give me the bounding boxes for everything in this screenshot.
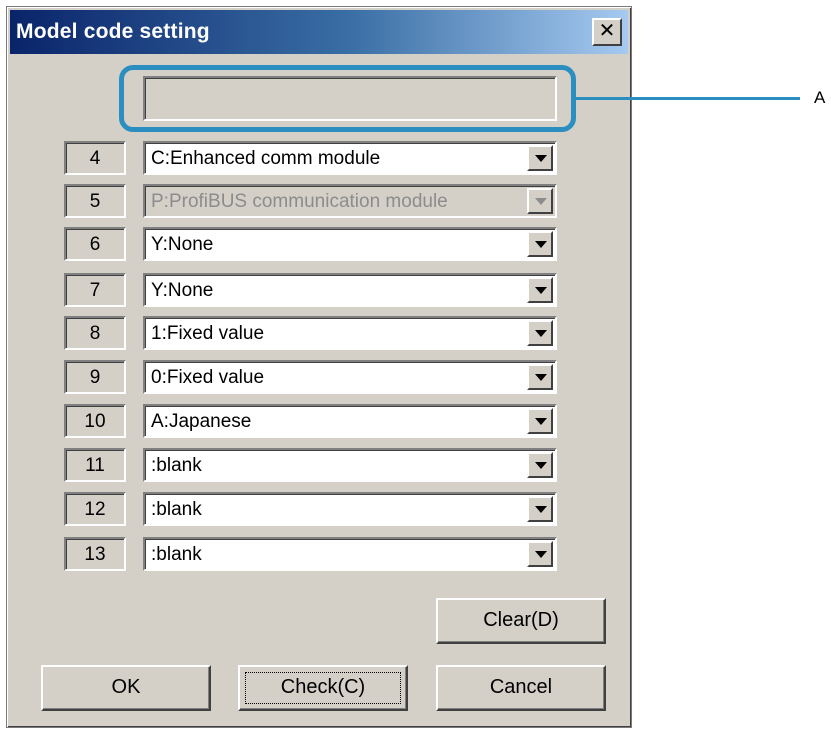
chevron-down-icon[interactable] — [527, 452, 553, 478]
combo-value: :blank — [151, 544, 202, 565]
combo-digit-5: P:ProfiBUS communication module — [143, 184, 557, 218]
clear-button-label: Clear(D) — [483, 609, 559, 631]
combo-value: P:ProfiBUS communication module — [151, 191, 448, 212]
chevron-down-icon[interactable] — [527, 364, 553, 390]
chevron-down-icon — [527, 188, 553, 214]
chevron-down-icon[interactable] — [527, 320, 553, 346]
row-number: 11 — [64, 448, 126, 482]
row-number: 9 — [64, 360, 126, 394]
close-button[interactable]: ✕ — [592, 18, 622, 46]
combo-value: C:Enhanced comm module — [151, 148, 381, 169]
row-number: 8 — [64, 316, 126, 350]
combo-digit-7[interactable]: Y:None — [143, 273, 557, 307]
combo-digit-10[interactable]: A:Japanese — [143, 404, 557, 438]
chevron-down-icon[interactable] — [527, 496, 553, 522]
row-number: 13 — [64, 537, 126, 571]
combo-value: Y:None — [151, 234, 214, 255]
chevron-down-icon[interactable] — [527, 408, 553, 434]
check-button[interactable]: Check(C) — [238, 665, 408, 711]
combo-digit-4[interactable]: C:Enhanced comm module — [143, 141, 557, 175]
chevron-down-icon[interactable] — [527, 231, 553, 257]
combo-digit-13[interactable]: :blank — [143, 537, 557, 571]
callout-label: A — [814, 88, 826, 107]
chevron-down-icon[interactable] — [527, 145, 553, 171]
clear-button[interactable]: Clear(D) — [436, 598, 606, 644]
check-button-label: Check(C) — [280, 676, 366, 698]
cancel-button-label: Cancel — [489, 676, 553, 698]
chevron-down-icon[interactable] — [527, 277, 553, 303]
combo-value: Y:None — [151, 280, 214, 301]
close-icon: ✕ — [598, 20, 616, 42]
combo-digit-6[interactable]: Y:None — [143, 227, 557, 261]
row-number: 6 — [64, 227, 126, 261]
combo-digit-11[interactable]: :blank — [143, 448, 557, 482]
combo-digit-12[interactable]: :blank — [143, 492, 557, 526]
title-bar[interactable]: Model code setting ✕ — [10, 10, 628, 54]
row-number: 7 — [64, 273, 126, 307]
row-number: 12 — [64, 492, 126, 526]
combo-value: 0:Fixed value — [151, 367, 265, 388]
chevron-down-icon[interactable] — [527, 541, 553, 567]
combo-digit-9[interactable]: 0:Fixed value — [143, 360, 557, 394]
combo-value: 1:Fixed value — [151, 323, 265, 344]
ok-button-label: OK — [111, 676, 141, 698]
combo-value: A:Japanese — [151, 411, 252, 432]
window-title: Model code setting — [16, 20, 210, 43]
row-number: 5 — [64, 184, 126, 218]
callout-leader-line — [576, 97, 800, 100]
row-number: 4 — [64, 141, 126, 175]
row-number: 10 — [64, 404, 126, 438]
combo-value: :blank — [151, 499, 202, 520]
ok-button[interactable]: OK — [41, 665, 211, 711]
cancel-button[interactable]: Cancel — [436, 665, 606, 711]
combo-digit-8[interactable]: 1:Fixed value — [143, 316, 557, 350]
combo-value: :blank — [151, 455, 202, 476]
callout-highlight-box — [119, 65, 576, 132]
